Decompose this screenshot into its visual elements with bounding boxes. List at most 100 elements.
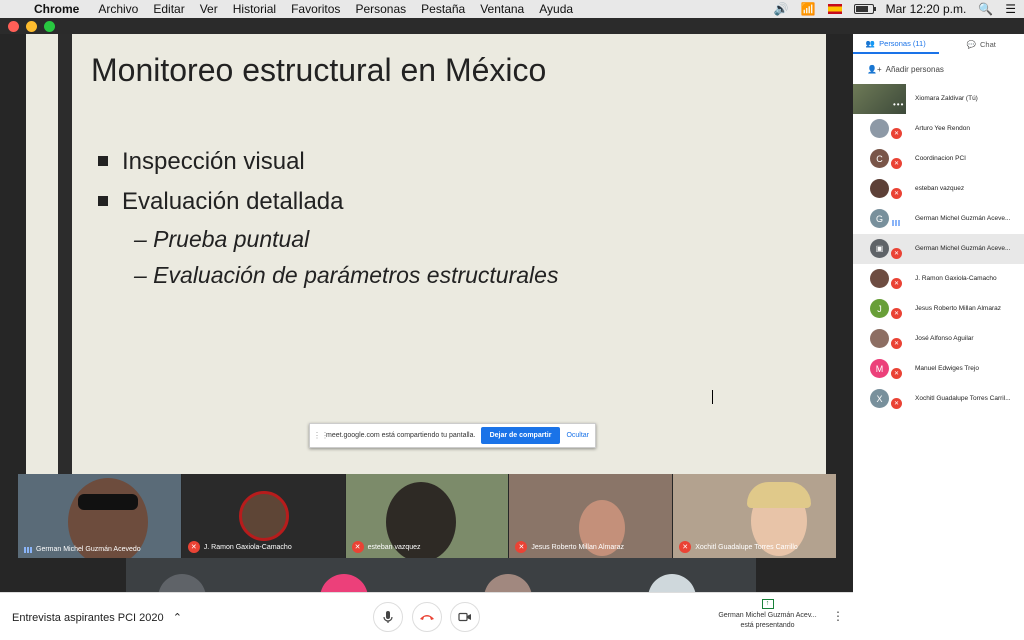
mic-off-icon: ✕ — [891, 398, 902, 409]
shared-screen-slide: Monitoreo estructural en México Inspecci… — [26, 34, 826, 474]
slide-subbullet: – Prueba puntual — [134, 226, 310, 252]
participant-list-item[interactable]: ▣ ✕ German Michel Guzmán Aceve... — [853, 234, 1024, 264]
participant-label: German Michel Guzmán Acevedo — [24, 546, 141, 553]
participant-row-partial — [126, 558, 756, 592]
hide-notice-button[interactable]: Ocultar — [566, 432, 589, 439]
participant-avatar[interactable] — [158, 574, 206, 592]
slide-bullet: Evaluación detallada — [98, 188, 344, 216]
menu-ventana[interactable]: Ventana — [480, 2, 524, 16]
people-panel: 👥 Personas (11) 💬 Chat 👤+ Añadir personas •… — [853, 34, 1024, 640]
chevron-up-icon: ⌃ — [172, 612, 182, 624]
meeting-details-button[interactable]: Entrevista aspirantes PCI 2020 ⌃ — [12, 611, 182, 624]
avatar: J — [870, 299, 889, 318]
participant-list-item[interactable]: ✕ J. Ramon Gaxiola-Camacho — [853, 264, 1024, 294]
menu-ver[interactable]: Ver — [200, 2, 218, 16]
mic-off-icon: ✕ — [679, 541, 692, 553]
tab-people[interactable]: 👥 Personas (11) — [853, 34, 939, 54]
participant-list-item[interactable]: M ✕ Manuel Edwiges Trejo — [853, 354, 1024, 384]
close-window-button[interactable] — [8, 21, 19, 32]
mic-off-icon: ✕ — [187, 541, 200, 553]
presenting-indicator[interactable]: ↑ German Michel Guzmán Acev... está pres… — [705, 599, 830, 631]
participant-tile[interactable]: ✕ Jesus Roberto Millan Almaraz — [509, 474, 673, 558]
participant-list-name: Xiomara Zaldivar (Tú) — [915, 95, 978, 102]
participant-list-name: German Michel Guzmán Aceve... — [915, 245, 1011, 252]
leave-call-button[interactable] — [412, 602, 442, 632]
window-titlebar — [0, 18, 1024, 34]
participant-tile[interactable]: ✕ Xochitl Guadalupe Torres Carrillo — [673, 474, 836, 558]
stop-sharing-button[interactable]: Dejar de compartir — [480, 427, 561, 444]
avatar — [870, 329, 889, 348]
menu-pestana[interactable]: Pestaña — [421, 2, 465, 16]
menu-clock[interactable]: Mar 12:20 p.m. — [886, 2, 967, 16]
share-notice-message: meet.google.com está compartiendo tu pan… — [326, 432, 476, 439]
avatar — [870, 179, 889, 198]
input-source-flag-icon[interactable] — [827, 4, 842, 14]
participant-list-item[interactable]: J ✕ Jesus Roberto Millan Almaraz — [853, 294, 1024, 324]
participant-list-item[interactable]: ✕ Arturo Yee Rendon — [853, 114, 1024, 144]
camera-button[interactable] — [450, 602, 480, 632]
participant-list-name: J. Ramon Gaxiola-Camacho — [915, 275, 997, 282]
participant-list-item[interactable]: ✕ esteban vazquez — [853, 174, 1024, 204]
spotlight-search-icon[interactable]: 🔍 — [978, 2, 993, 16]
zoom-window-button[interactable] — [44, 21, 55, 32]
participant-avatar[interactable] — [484, 574, 532, 592]
menu-archivo[interactable]: Archivo — [98, 2, 138, 16]
volume-icon[interactable]: 🔊 — [774, 2, 789, 16]
hang-up-icon — [420, 615, 434, 620]
menu-editar[interactable]: Editar — [153, 2, 184, 16]
slide-bullet-text: Evaluación detallada — [122, 188, 344, 215]
participant-tile[interactable]: ✕ esteban vazquez — [345, 474, 509, 558]
slide-left-bar — [58, 34, 72, 474]
minimize-window-button[interactable] — [26, 21, 37, 32]
more-dots-icon[interactable]: ••• — [893, 100, 904, 109]
menu-bar: Chrome Archivo Editar Ver Historial Favo… — [0, 0, 1024, 18]
wifi-icon[interactable]: 📶 — [801, 2, 816, 16]
avatar: M — [870, 359, 889, 378]
participant-tile[interactable]: ✕ J. Ramon Gaxiola-Camacho — [181, 474, 345, 558]
avatar: G — [870, 209, 889, 228]
participant-list-item[interactable]: ✕ José Alfonso Aguilar — [853, 324, 1024, 354]
participant-avatar[interactable] — [320, 574, 368, 592]
present-screen-icon: ↑ — [761, 599, 774, 609]
participant-list-item[interactable]: X ✕ Xochitl Guadalupe Torres Carril... — [853, 384, 1024, 414]
participant-list: ••• Xiomara Zaldivar (Tú) ✕ Arturo Yee Ren… — [853, 84, 1024, 414]
avatar — [870, 269, 889, 288]
tab-chat[interactable]: 💬 Chat — [939, 34, 1024, 54]
meeting-stage: Monitoreo estructural en México Inspecci… — [0, 34, 853, 592]
menu-ayuda[interactable]: Ayuda — [539, 2, 573, 16]
notification-center-icon[interactable]: ☰ — [1005, 2, 1016, 16]
participant-tile[interactable]: German Michel Guzmán Acevedo — [18, 474, 181, 558]
presenter-name: German Michel Guzmán Acev... — [718, 612, 817, 619]
participant-name: Jesus Roberto Millan Almaraz — [531, 543, 624, 551]
participant-name: esteban vazquez — [367, 543, 421, 551]
participant-label: ✕ Jesus Roberto Millan Almaraz — [515, 541, 624, 553]
drag-handle-icon[interactable]: ⋮⋮ — [313, 431, 329, 440]
participant-avatar[interactable] — [648, 574, 696, 592]
mouse-cursor-icon — [712, 390, 722, 404]
speaking-icon — [892, 220, 900, 226]
bullet-square-icon — [98, 156, 108, 166]
menu-personas[interactable]: Personas — [355, 2, 406, 16]
participant-list-name: José Alfonso Aguilar — [915, 335, 974, 342]
mic-off-icon: ✕ — [891, 338, 902, 349]
microphone-button[interactable] — [373, 602, 403, 632]
menu-favoritos[interactable]: Favoritos — [291, 2, 340, 16]
add-people-button[interactable]: 👤+ Añadir personas — [853, 54, 1024, 84]
participant-list-item[interactable]: ••• Xiomara Zaldivar (Tú) — [853, 84, 1024, 114]
participant-list-item[interactable]: G German Michel Guzmán Aceve... — [853, 204, 1024, 234]
battery-icon[interactable] — [853, 4, 876, 14]
mic-off-icon: ✕ — [891, 278, 902, 289]
more-options-icon[interactable]: ⋮ — [832, 609, 844, 623]
participant-list-name: German Michel Guzmán Aceve... — [915, 215, 1011, 222]
microphone-icon — [383, 611, 393, 623]
people-icon: 👥 — [865, 38, 876, 48]
participant-video — [238, 491, 289, 541]
mic-off-icon: ✕ — [891, 308, 902, 319]
menu-historial[interactable]: Historial — [233, 2, 276, 16]
menu-app-name[interactable]: Chrome — [34, 2, 79, 16]
participant-list-name: esteban vazquez — [915, 185, 965, 192]
tab-people-label: Personas (11) — [879, 38, 926, 48]
mic-off-icon: ✕ — [891, 158, 902, 169]
presentation-icon: ▣ — [870, 239, 889, 258]
participant-list-item[interactable]: C ✕ Coordinacion PCI — [853, 144, 1024, 174]
